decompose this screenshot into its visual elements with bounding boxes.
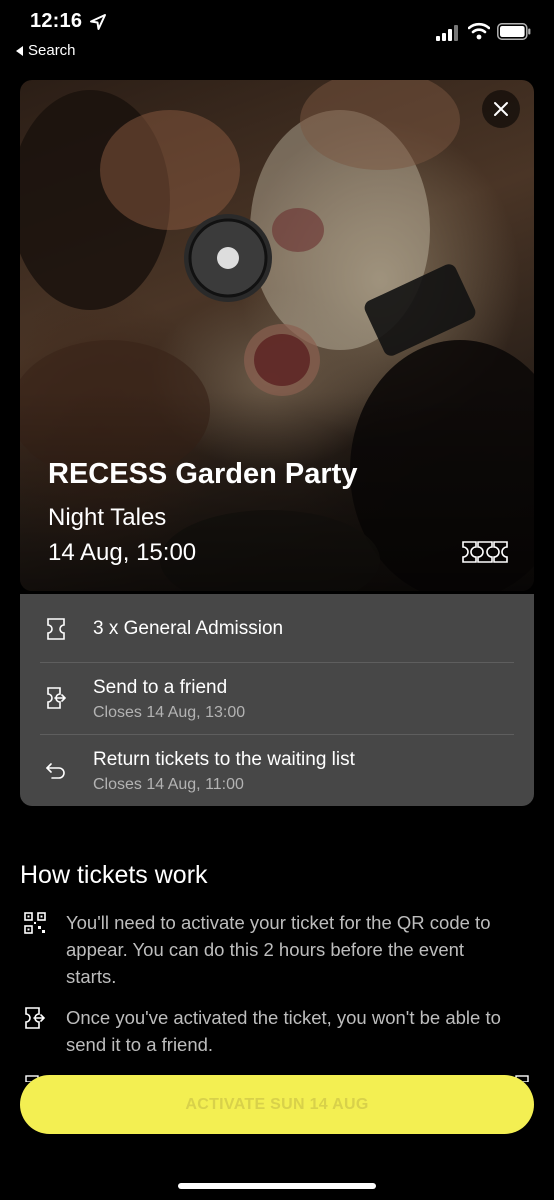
ticket-info-panel: 3 x General Admission Send to a friend C… [20, 594, 534, 806]
event-title: RECESS Garden Party [48, 458, 358, 490]
send-to-friend-row[interactable]: Send to a friend Closes 14 Aug, 13:00 [20, 663, 534, 733]
qr-code-icon [24, 912, 46, 934]
return-closes-label: Closes 14 Aug, 11:00 [93, 776, 244, 793]
event-hero-image: RECESS Garden Party Night Tales 14 Aug, … [20, 80, 534, 591]
how-item-send: Once you've activated the ticket, you wo… [20, 1004, 520, 1060]
battery-icon [497, 23, 531, 40]
return-tickets-label: Return tickets to the waiting list [93, 749, 355, 770]
status-bar: 12:16 Search [0, 0, 554, 70]
wifi-icon [468, 22, 490, 40]
admission-label: 3 x General Admission [93, 618, 284, 639]
how-item-text: Once you've activated the ticket, you wo… [66, 1007, 501, 1055]
send-ticket-icon [25, 1007, 46, 1029]
send-ticket-icon [47, 687, 66, 709]
back-triangle-icon [16, 45, 23, 56]
back-search-label: Search [28, 42, 76, 59]
activate-button[interactable]: ACTIVATE SUN 14 AUG [20, 1075, 534, 1134]
close-icon [494, 102, 508, 116]
status-time: 12:16 [30, 10, 83, 32]
how-item-text: You'll need to activate your ticket for … [66, 912, 491, 987]
send-closes-label: Closes 14 Aug, 13:00 [93, 704, 246, 721]
ticket-icon [47, 618, 65, 640]
send-to-friend-label: Send to a friend [93, 677, 228, 698]
ticket-screen: 12:16 Search RECESS Garden Party Night T… [0, 0, 554, 1200]
event-date: 14 Aug, 15:00 [48, 539, 197, 566]
return-tickets-row[interactable]: Return tickets to the waiting list Close… [20, 735, 534, 805]
how-item-qr: You'll need to activate your ticket for … [20, 909, 520, 991]
tickets-icon[interactable] [462, 541, 508, 563]
event-venue[interactable]: Night Tales [48, 504, 166, 532]
cellular-signal-icon [436, 25, 458, 41]
home-indicator [178, 1183, 376, 1189]
admission-row: 3 x General Admission [20, 594, 534, 662]
location-arrow-icon [90, 14, 106, 30]
close-button[interactable] [482, 90, 520, 128]
how-tickets-work-heading: How tickets work [20, 861, 208, 889]
return-arrow-icon [46, 763, 65, 779]
back-to-search-link[interactable]: Search [16, 42, 76, 59]
